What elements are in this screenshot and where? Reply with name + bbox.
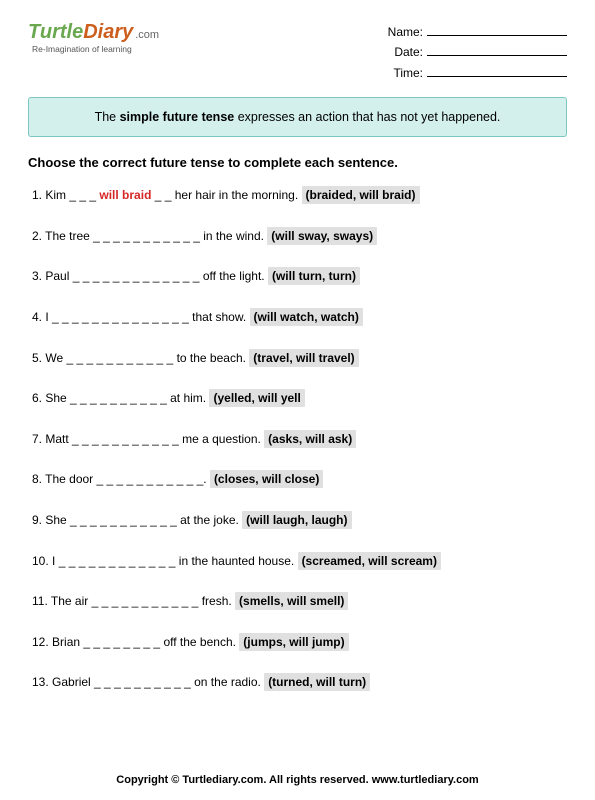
- choices-6: (yelled, will yell: [209, 389, 304, 407]
- question-1: 1. Kim _ _ _ will braid _ _ her hair in …: [32, 188, 567, 204]
- question-4: 4. I _ _ _ _ _ _ _ _ _ _ _ _ _ _ that sh…: [32, 310, 567, 326]
- footer-copyright: Copyright © Turtlediary.com. All rights …: [0, 774, 595, 786]
- choices-8: (closes, will close): [210, 470, 323, 488]
- choices-4: (will watch, watch): [250, 308, 363, 326]
- logo-tagline: Re-Imagination of learning: [32, 44, 159, 54]
- logo-dotcom: .com: [135, 29, 159, 41]
- question-10: 10. I _ _ _ _ _ _ _ _ _ _ _ _ in the hau…: [32, 554, 567, 570]
- time-label: Time:: [393, 66, 423, 80]
- time-input-line[interactable]: [427, 76, 567, 77]
- name-label: Name:: [388, 25, 423, 39]
- question-12: 12. Brian _ _ _ _ _ _ _ _ off the bench.…: [32, 635, 567, 651]
- question-8: 8. The door _ _ _ _ _ _ _ _ _ _ _. (clos…: [32, 472, 567, 488]
- choices-13: (turned, will turn): [264, 673, 370, 691]
- instruction: Choose the correct future tense to compl…: [28, 155, 567, 170]
- choices-12: (jumps, will jump): [239, 633, 348, 651]
- choices-1: (braided, will braid): [302, 186, 420, 204]
- info-box: The simple future tense expresses an act…: [28, 97, 567, 137]
- question-13: 13. Gabriel _ _ _ _ _ _ _ _ _ _ on the r…: [32, 675, 567, 691]
- choices-5: (travel, will travel): [249, 349, 358, 367]
- question-5: 5. We _ _ _ _ _ _ _ _ _ _ _ to the beach…: [32, 351, 567, 367]
- logo-word-1: Turtle: [28, 21, 83, 43]
- info-pre: The: [95, 110, 120, 124]
- answer-1: will braid: [99, 188, 151, 202]
- name-input-line[interactable]: [427, 35, 567, 36]
- info-post: expresses an action that has not yet hap…: [238, 110, 501, 124]
- choices-2: (will sway, sways): [267, 227, 377, 245]
- date-label: Date:: [394, 45, 423, 59]
- info-bold: simple future tense: [120, 110, 235, 124]
- choices-11: (smells, will smell): [235, 592, 348, 610]
- choices-3: (will turn, turn): [268, 267, 360, 285]
- choices-7: (asks, will ask): [264, 430, 356, 448]
- question-9: 9. She _ _ _ _ _ _ _ _ _ _ _ at the joke…: [32, 513, 567, 529]
- question-11: 11. The air _ _ _ _ _ _ _ _ _ _ _ fresh.…: [32, 594, 567, 610]
- date-input-line[interactable]: [427, 55, 567, 56]
- question-7: 7. Matt _ _ _ _ _ _ _ _ _ _ _ me a quest…: [32, 432, 567, 448]
- student-fields: Name: Date: Time:: [388, 22, 567, 83]
- question-list: 1. Kim _ _ _ will braid _ _ her hair in …: [28, 188, 567, 691]
- logo-word-2: Diary: [83, 21, 133, 43]
- question-3: 3. Paul _ _ _ _ _ _ _ _ _ _ _ _ _ off th…: [32, 269, 567, 285]
- choices-10: (screamed, will scream): [298, 552, 441, 570]
- choices-9: (will laugh, laugh): [242, 511, 351, 529]
- question-6: 6. She _ _ _ _ _ _ _ _ _ _ at him. (yell…: [32, 391, 567, 407]
- question-2: 2. The tree _ _ _ _ _ _ _ _ _ _ _ in the…: [32, 229, 567, 245]
- logo: TurtleDiary.com Re-Imagination of learni…: [28, 22, 159, 54]
